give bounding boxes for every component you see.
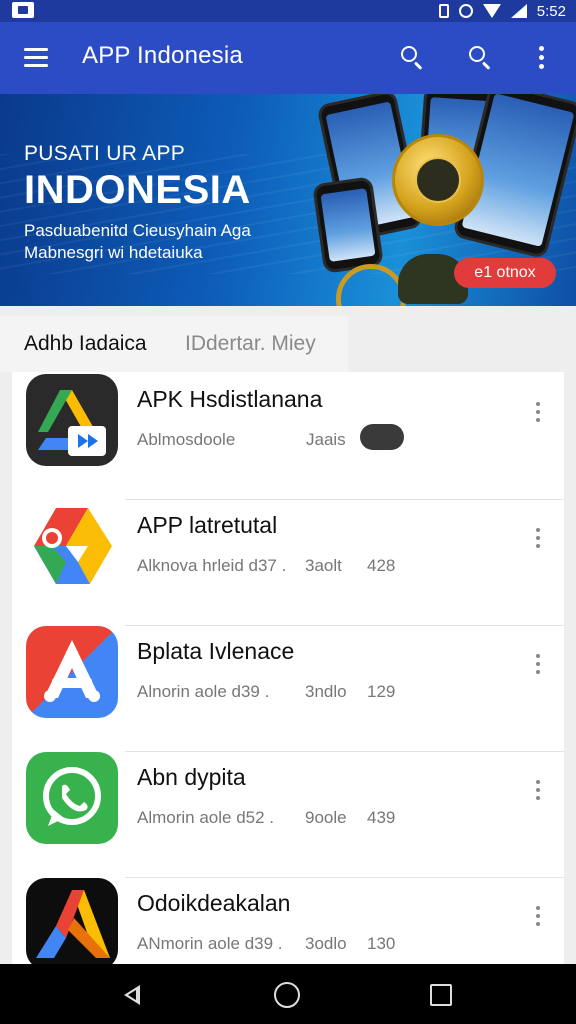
app-name: Bplata Ivlenace: [137, 638, 295, 664]
list-item[interactable]: APK Hsdistlanana Ablmosdoole Jaais: [12, 374, 564, 500]
back-icon[interactable]: [120, 982, 146, 1008]
app-downloads: 3odlo: [305, 934, 347, 953]
app-name: Abn dypita: [137, 764, 246, 790]
app-size: 130: [367, 934, 396, 953]
play-arrow-icon: [26, 878, 118, 964]
banner-line2: INDONESIA: [24, 168, 251, 212]
more-options-icon[interactable]: [534, 906, 542, 928]
app-size: 428: [367, 556, 396, 575]
app-meta: Alnorin aole d39 .: [137, 682, 270, 701]
filter-tabs: Adhb Iadaica IDdertar. Miey: [0, 316, 348, 372]
signal-icon: [510, 4, 527, 18]
more-options-icon[interactable]: [534, 528, 542, 550]
app-downloads: Jaais: [306, 430, 346, 449]
app-title: APP Indonesia: [82, 42, 243, 69]
promo-badge[interactable]: e1 otnox: [454, 258, 556, 288]
promo-banner[interactable]: PUSATI UR APP INDONESIA Pasduabenitd Cie…: [0, 94, 576, 306]
whatsapp-icon: [26, 752, 118, 844]
app-name: APK Hsdistlanana: [137, 386, 323, 412]
search-icon-secondary[interactable]: [468, 45, 494, 71]
app-name: Odoikdeakalan: [137, 890, 291, 916]
app-downloads: 3aolt: [305, 556, 342, 575]
app-bar: APP Indonesia: [0, 22, 576, 94]
filter-tab-active[interactable]: Adhb Iadaica: [24, 332, 147, 356]
app-meta: Alknova hrleid d37 .: [137, 556, 287, 575]
medal-image: [392, 134, 484, 226]
recent-apps-icon[interactable]: [430, 984, 452, 1006]
banner-line3: Pasduabenitd Cieusyhain Aga Mabnesgri wi…: [24, 221, 251, 262]
drive-play-icon: [26, 374, 118, 466]
app-size: 129: [367, 682, 396, 701]
app-meta: Ablmosdoole: [137, 430, 236, 449]
list-item[interactable]: Bplata Ivlenace Alnorin aole d39 . 3ndlo…: [12, 626, 564, 752]
phone-image: [312, 176, 384, 274]
home-icon[interactable]: [274, 982, 300, 1008]
more-options-icon[interactable]: [534, 780, 542, 802]
app-list: APK Hsdistlanana Ablmosdoole Jaais APP l…: [12, 372, 564, 964]
banner-line1: PUSATI UR APP: [24, 142, 186, 165]
app-meta: Almorin aole d52 .: [137, 808, 275, 827]
search-icon[interactable]: [400, 45, 426, 71]
wifi-icon: [482, 4, 501, 18]
list-item[interactable]: Abn dypita Almorin aole d52 . 9oole 439: [12, 752, 564, 878]
install-toggle[interactable]: [360, 424, 404, 450]
app-downloads: 9oole: [305, 808, 347, 827]
vibrate-icon: [438, 4, 449, 18]
status-time: 5:52: [536, 2, 566, 20]
list-item[interactable]: APP latretutal Alknova hrleid d37 . 3aol…: [12, 500, 564, 626]
status-bar: 5:52: [0, 0, 576, 22]
more-options-icon[interactable]: [536, 46, 548, 72]
menu-icon[interactable]: [24, 48, 48, 68]
app-name: APP latretutal: [137, 512, 278, 538]
filter-tab-inactive[interactable]: IDdertar. Miey: [185, 332, 316, 356]
system-nav-bar: [0, 964, 576, 1024]
app-size: 439: [367, 808, 396, 827]
notification-icon: [12, 2, 34, 18]
app-downloads: 3ndlo: [305, 682, 347, 701]
alarm-icon: [458, 4, 473, 18]
list-item[interactable]: Odoikdeakalan ANmorin aole d39 . 3odlo 1…: [12, 878, 564, 964]
more-options-icon[interactable]: [534, 402, 542, 424]
app-meta: ANmorin aole d39 .: [137, 934, 283, 953]
app-store-a-icon: [26, 626, 118, 718]
chrome-drive-icon: [26, 500, 118, 592]
more-options-icon[interactable]: [534, 654, 542, 676]
